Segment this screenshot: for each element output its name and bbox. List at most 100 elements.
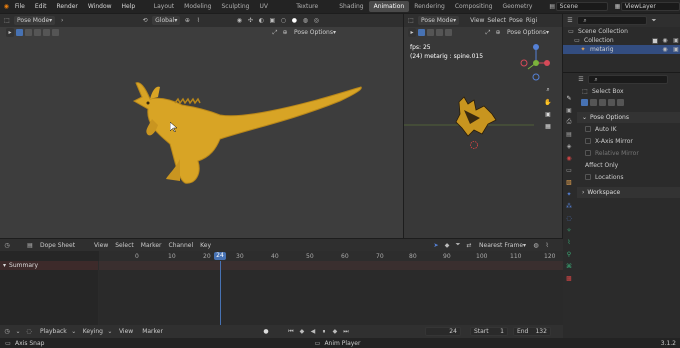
interpolation-dropdown[interactable]: Nearest Frame ▾	[476, 241, 529, 250]
timeline-type-icon[interactable]: ◷	[3, 241, 11, 249]
ds-wave-icon[interactable]: ⌇	[543, 241, 551, 249]
outliner-type-icon[interactable]: ☰	[566, 17, 574, 25]
bone-constraint-tab-icon[interactable]: ⌘	[565, 262, 573, 270]
pan-hand-icon[interactable]: ✋	[544, 98, 552, 106]
menu-pose-right[interactable]: Pose	[509, 17, 523, 24]
end-frame-field[interactable]: End 132	[512, 327, 551, 336]
view-layer-icon[interactable]: ▦	[614, 3, 621, 11]
menu-select-right[interactable]: Select	[487, 17, 506, 24]
tab-sculpting[interactable]: Sculpting	[216, 1, 254, 12]
select-box-icon[interactable]: ⬚	[581, 87, 589, 95]
jump-start-icon[interactable]: ⏮	[287, 328, 295, 336]
gizmo-icon[interactable]: ✣	[246, 17, 254, 25]
pivot-right-icon[interactable]: ⊕	[494, 29, 502, 37]
pose-options-right-dropdown[interactable]: Pose Options ▾	[504, 28, 552, 37]
tab-animation[interactable]: Animation	[368, 1, 410, 12]
visibility-icon[interactable]: ◉	[235, 17, 243, 25]
relative-mirror-checkbox[interactable]	[585, 150, 591, 156]
play-icon[interactable]: ▸	[6, 28, 14, 37]
select-mode-right-2-icon[interactable]	[427, 29, 434, 36]
pose-options-panel[interactable]: ⌄ Pose Options	[577, 112, 680, 123]
select-mode-4-icon[interactable]	[43, 29, 50, 36]
dopesheet-mode-dropdown[interactable]: Dope Sheet	[37, 241, 87, 250]
mode-right-dropdown[interactable]: Pose Mode ▾	[418, 16, 460, 25]
current-frame-indicator[interactable]: 24	[214, 252, 226, 260]
current-frame-field[interactable]: 24	[424, 327, 461, 336]
outliner-scene-collection[interactable]: ▭ Scene Collection	[563, 27, 680, 36]
locations-row[interactable]: Locations	[577, 171, 680, 183]
texture-tab-icon[interactable]: ▩	[565, 274, 573, 282]
record-icon[interactable]: ◌	[25, 328, 33, 336]
menu-view[interactable]: View	[119, 328, 133, 335]
prev-key-icon[interactable]: ◆	[298, 328, 306, 336]
properties-search[interactable]: ⌕	[588, 75, 668, 84]
select-mode-right-1-icon[interactable]	[418, 29, 425, 36]
orientation-dropdown[interactable]: Global ▾	[152, 16, 181, 25]
collection-visibility-icon[interactable]: ◉	[661, 37, 669, 45]
dopesheet-mode-icon[interactable]: ▤	[26, 241, 34, 249]
ds-filter-icon[interactable]: ⏷	[454, 241, 462, 249]
particle-tab-icon[interactable]: ⁂	[565, 202, 573, 210]
scale-right-icon[interactable]: ⤢	[484, 29, 492, 37]
physics-tab-icon[interactable]: ◌	[565, 214, 573, 222]
playback-chevron-icon[interactable]: ⌄	[14, 328, 22, 336]
menu-playback[interactable]: Playback	[40, 328, 67, 335]
ds-menu-select[interactable]: Select	[115, 242, 134, 249]
camera-icon[interactable]: ▣	[544, 110, 552, 118]
x-axis-mirror-checkbox[interactable]	[585, 138, 591, 144]
select-intersect-icon[interactable]	[617, 98, 624, 106]
pivot-icon[interactable]: ⊕	[183, 17, 191, 25]
tab-shading[interactable]: Shading	[334, 1, 368, 12]
blender-logo-icon[interactable]: ◉	[3, 3, 10, 11]
play-right-icon[interactable]: ▸	[408, 28, 416, 37]
outliner-search[interactable]: ⌕	[577, 16, 647, 25]
object-tab-icon[interactable]: ▧	[565, 178, 573, 186]
pose-options-dropdown[interactable]: Pose Options ▾	[291, 28, 339, 37]
select-invert-icon[interactable]	[608, 98, 615, 106]
ds-menu-key[interactable]: Key	[200, 242, 211, 249]
tab-geometry-nodes[interactable]: Geometry Nod	[497, 1, 544, 21]
view-layer-field[interactable]: ViewLayer	[620, 2, 680, 11]
constraint-tab-icon[interactable]: ✧	[565, 226, 573, 234]
filter-icon[interactable]: ⏷	[650, 17, 658, 25]
collection-tab-icon[interactable]: ▭	[565, 166, 573, 174]
jump-end-icon[interactable]: ⏭	[342, 328, 350, 336]
chevron-icon[interactable]: ›	[58, 17, 66, 25]
collection-checkbox[interactable]	[652, 37, 658, 44]
tool-tab-icon[interactable]: ✎	[565, 94, 573, 102]
frame-ruler[interactable]: 0 10 20 30 40 50 60 70 80 90 100 110 120…	[0, 251, 563, 261]
tab-compositing[interactable]: Compositing	[450, 1, 498, 12]
zoom-icon[interactable]: ⌕	[544, 86, 552, 94]
grid-icon[interactable]: ▦	[544, 122, 552, 130]
select-mode-right-3-icon[interactable]	[436, 29, 443, 36]
outliner-metarig[interactable]: ✦ metarig ◉ ▣	[563, 45, 680, 54]
navigation-gizmo[interactable]	[516, 41, 552, 81]
xray-icon[interactable]: ▣	[268, 17, 276, 25]
menu-render[interactable]: Render	[52, 3, 83, 10]
auto-key-icon[interactable]: ●	[262, 328, 270, 336]
pivot-small-icon[interactable]: ⊕	[281, 29, 289, 37]
shading-wire-icon[interactable]: ○	[279, 17, 287, 25]
bone-tab-icon[interactable]: ⚲	[565, 250, 573, 258]
collection-camera-icon[interactable]: ▣	[672, 37, 680, 45]
tab-modeling[interactable]: Modeling	[179, 1, 216, 12]
outliner-collection[interactable]: ▭ Collection ◉ ▣	[563, 36, 680, 45]
render-tab-icon[interactable]: ▣	[565, 106, 573, 114]
ds-keyframe-area[interactable]	[99, 261, 563, 325]
select-subtract-icon[interactable]	[599, 98, 606, 106]
select-new-icon[interactable]	[581, 98, 588, 106]
menu-window[interactable]: Window	[83, 3, 117, 10]
scene-tab-icon[interactable]: ◈	[565, 142, 573, 150]
shading-render-icon[interactable]: ◎	[312, 17, 320, 25]
workspace-panel[interactable]: › Workspace	[577, 187, 680, 198]
select-mode-1-icon[interactable]	[16, 29, 23, 36]
tab-uv-editing[interactable]: UV Editing	[255, 1, 292, 21]
menu-edit[interactable]: Edit	[30, 3, 52, 10]
editor-type-icon[interactable]: ⬚	[3, 17, 11, 25]
viewport-camera[interactable]: ⬚ Pose Mode ▾ › ⟲ Global ▾ ⊕ ⌇ ◉ ✣ ◐ ▣ ○…	[0, 14, 403, 238]
dragon-model[interactable]	[120, 69, 370, 194]
properties-type-icon[interactable]: ☰	[577, 76, 585, 84]
select-extend-icon[interactable]	[590, 98, 597, 106]
locations-checkbox[interactable]	[585, 174, 591, 180]
auto-ik-checkbox[interactable]	[585, 126, 591, 132]
